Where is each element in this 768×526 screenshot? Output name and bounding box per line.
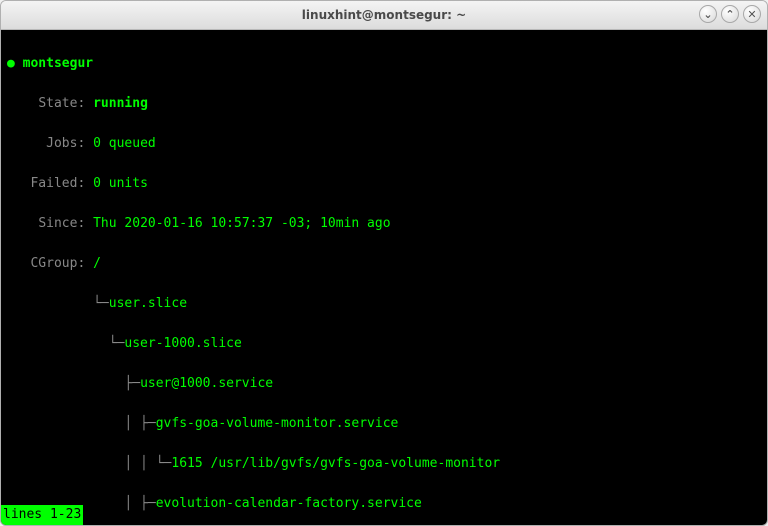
tree-gvfs-goa-proc: │ │ └─1615 /usr/lib/gvfs/gvfs-goa-volume… [7,454,761,474]
since-value: Thu 2020-01-16 10:57:37 -03; 10min ago [93,216,390,231]
gvfs-goa-pid: 1615 [171,456,202,471]
cgroup-value: / [93,256,101,271]
cgroup-label: CGroup: [30,256,85,271]
failed-label: Failed: [30,176,85,191]
user-1000-slice: user-1000.slice [124,336,241,351]
state-label: State: [38,96,85,111]
window-controls: ⌄ ⌃ ✕ [699,5,761,23]
gvfs-goa-service: gvfs-goa-volume-monitor.service [156,416,399,431]
close-icon: ✕ [747,9,756,20]
evo-cal-service: evolution-calendar-factory.service [156,496,422,511]
terminal-window: linuxhint@montsegur: ~ ⌄ ⌃ ✕ ● montsegur… [0,0,768,526]
jobs-value: 0 queued [93,136,156,151]
since-label: Since: [38,216,85,231]
state-value: running [93,96,148,111]
minimize-icon: ⌄ [703,9,712,20]
tree-user-1000-slice: └─user-1000.slice [7,334,761,354]
tree-gvfs-goa-svc: │ ├─gvfs-goa-volume-monitor.service [7,414,761,434]
user-slice: user.slice [109,296,187,311]
since-line: Since: Thu 2020-01-16 10:57:37 -03; 10mi… [7,214,761,234]
titlebar: linuxhint@montsegur: ~ ⌄ ⌃ ✕ [1,1,767,30]
window-title: linuxhint@montsegur: ~ [302,8,466,22]
cgroup-line: CGroup: / [7,254,761,274]
failed-line: Failed: 0 units [7,174,761,194]
minimize-button[interactable]: ⌄ [699,5,717,23]
terminal-viewport[interactable]: ● montsegur State: running Jobs: 0 queue… [1,30,767,525]
failed-value: 0 units [93,176,148,191]
pager-status: lines 1-23 [1,505,83,525]
state-line: State: running [7,94,761,114]
status-bullet-icon: ● [7,56,15,71]
host-line: ● montsegur [7,54,761,74]
tree-user-1000-service: ├─user@1000.service [7,374,761,394]
close-button[interactable]: ✕ [743,5,761,23]
user-1000-service: user@1000.service [140,376,273,391]
jobs-label: Jobs: [46,136,85,151]
tree-user-slice: └─user.slice [7,294,761,314]
maximize-button[interactable]: ⌃ [721,5,739,23]
tree-evo-cal-svc: │ ├─evolution-calendar-factory.service [7,494,761,514]
maximize-icon: ⌃ [725,9,734,20]
hostname: montsegur [23,56,93,71]
jobs-line: Jobs: 0 queued [7,134,761,154]
gvfs-goa-cmd: /usr/lib/gvfs/gvfs-goa-volume-monitor [211,456,501,471]
